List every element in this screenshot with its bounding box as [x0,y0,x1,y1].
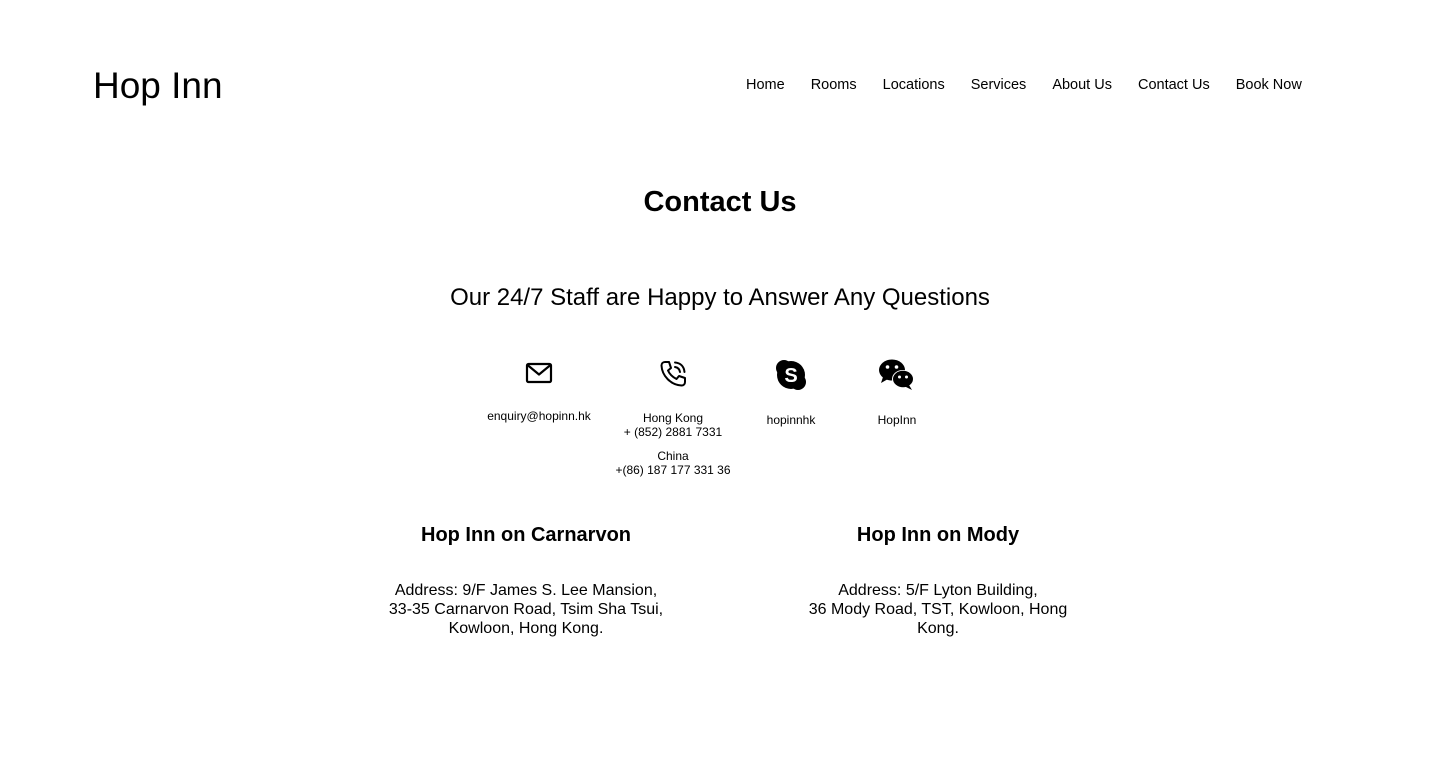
address-line: Address: 5/F Lyton Building, [838,582,1038,599]
main-nav: Home Rooms Locations Services About Us C… [746,76,1302,94]
location-address: Address: 5/F Lyton Building, 36 Mody Roa… [800,581,1076,638]
phone-icon [660,361,686,387]
wechat-handle: HopInn [877,413,917,427]
address-line: Address: 9/F James S. Lee Mansion, [394,582,658,599]
nav-item-book-now[interactable]: Book Now [1236,76,1302,94]
nav-item-rooms[interactable]: Rooms [811,76,857,94]
phone-hk-label: Hong Kong [642,411,704,425]
phone-contact: Hong Kong + (852) 2881 7331 China +(86) … [608,358,738,477]
location-carnarvon: Hop Inn on Carnarvon Address: 9/F James … [381,522,671,638]
nav-item-home[interactable]: Home [746,76,785,94]
skype-contact[interactable]: S hopinnhk [756,358,826,427]
page-subtitle: Our 24/7 Staff are Happy to Answer Any Q… [450,284,990,311]
nav-item-services[interactable]: Services [971,76,1027,94]
svg-text:S: S [784,365,797,387]
address-line: Kowloon, Hong Kong. [448,620,604,637]
address-line: 36 Mody Road, TST, Kowloon, Hong [808,601,1068,618]
site-logo[interactable]: Hop Inn [93,64,223,108]
skype-handle: hopinnhk [766,413,816,427]
nav-item-about-us[interactable]: About Us [1052,76,1112,94]
location-name: Hop Inn on Carnarvon [421,524,631,546]
address-line: 33-35 Carnarvon Road, Tsim Sha Tsui, [388,601,664,618]
email-address: enquiry@hopinn.hk [487,409,591,423]
wechat-contact[interactable]: HopInn [866,358,928,427]
page: Hop Inn Home Rooms Locations Services Ab… [0,0,1440,760]
location-address: Address: 9/F James S. Lee Mansion, 33-35… [381,581,671,638]
location-name: Hop Inn on Mody [856,524,1020,546]
nav-item-locations[interactable]: Locations [883,76,945,94]
address-line: Kong. [917,620,959,637]
phone-hk-number[interactable]: + (852) 2881 7331 [608,425,738,439]
page-title: Contact Us [643,186,797,218]
phone-cn-number[interactable]: +(86) 187 177 331 36 [608,463,738,477]
wechat-icon [879,359,914,390]
location-mody: Hop Inn on Mody Address: 5/F Lyton Build… [800,522,1076,638]
email-contact[interactable]: enquiry@hopinn.hk [478,358,600,423]
skype-icon: S [776,360,806,390]
phone-cn-label: China [657,449,689,463]
mail-icon [525,362,553,384]
nav-item-contact-us[interactable]: Contact Us [1138,76,1210,94]
